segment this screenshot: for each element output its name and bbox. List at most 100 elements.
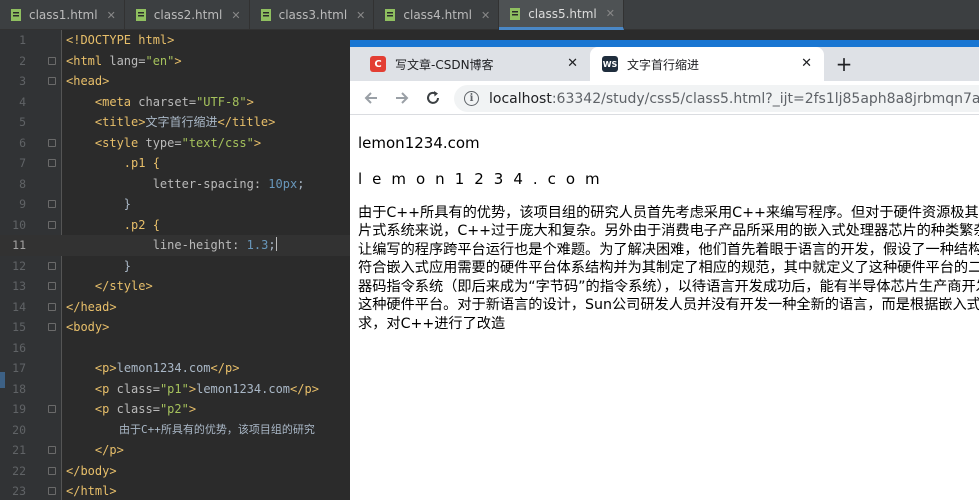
fold-icon[interactable] <box>48 405 56 413</box>
line-number: 3 <box>19 74 26 88</box>
editor-tab-label: class4.html <box>403 8 472 22</box>
attribute-value: "p2" <box>159 402 189 416</box>
close-icon[interactable]: ✕ <box>801 56 812 71</box>
line-number: 13 <box>12 279 26 293</box>
css-selector: .p1 { <box>123 156 160 170</box>
title-text: 文字首行缩进 <box>145 115 218 129</box>
editor-tab-class5[interactable]: class5.html ✕ <box>499 0 624 30</box>
code-editor[interactable]: 1 <!DOCTYPE html> 2 <html lang="en"> 3 <… <box>0 30 350 500</box>
code-text: 由于C++所具有的优势，该项目组的研究 <box>66 420 315 441</box>
fold-icon[interactable] <box>48 466 56 475</box>
code-line[interactable]: 2 <html lang="en"> <box>0 51 350 72</box>
code-line[interactable]: 6 <style type="text/css"> <box>0 133 350 154</box>
editor-tab-class3[interactable]: class3.html ✕ <box>250 0 375 30</box>
code-text: } <box>66 256 131 277</box>
close-icon[interactable]: ✕ <box>567 56 578 71</box>
fold-icon[interactable] <box>48 159 56 167</box>
code-line[interactable]: 3 <head> <box>0 71 350 92</box>
code-line[interactable]: 12 } <box>0 256 350 277</box>
plain-paragraph: lemon1234.com <box>358 134 480 152</box>
editor-tab-class1[interactable]: class1.html ✕ <box>0 0 125 30</box>
html-file-icon <box>260 8 273 22</box>
code-line[interactable]: 5 <title>文字首行缩进</title> <box>0 112 350 133</box>
browser-tab-csdn[interactable]: C 写文章-CSDN博客 ✕ <box>358 47 590 81</box>
fold-icon[interactable] <box>48 56 56 65</box>
line-number: 23 <box>12 484 26 498</box>
line-number: 19 <box>12 402 26 416</box>
line-number: 5 <box>19 115 26 129</box>
line-number: 15 <box>12 320 26 334</box>
code-line[interactable]: 20 由于C++所具有的优势，该项目组的研究 <box>0 420 350 441</box>
browser-tab-current[interactable]: WS 文字首行缩进 ✕ <box>590 47 824 81</box>
code-text: <title>文字首行缩进</title> <box>66 112 275 133</box>
fold-icon[interactable] <box>48 487 56 495</box>
code-text: </body> <box>66 461 117 482</box>
close-icon[interactable]: ✕ <box>606 7 615 20</box>
close-icon[interactable]: ✕ <box>356 9 365 22</box>
code-line[interactable]: 8 letter-spacing: 10px; <box>0 174 350 195</box>
editor-tab-class2[interactable]: class2.html ✕ <box>125 0 250 30</box>
arrow-right-icon <box>396 92 409 104</box>
code-line[interactable]: 21 </p> <box>0 440 350 461</box>
fold-icon[interactable] <box>48 323 56 331</box>
code-line[interactable]: 17 <p>lemon1234.com</p> <box>0 358 350 379</box>
code-line[interactable]: 14 </head> <box>0 297 350 318</box>
css-property: letter-spacing: <box>152 176 269 191</box>
code-line[interactable]: 22 </body> <box>0 461 350 482</box>
fold-icon[interactable] <box>48 282 56 290</box>
browser-toolbar: i localhost:63342/study/css5/class5.html… <box>350 81 979 115</box>
close-icon[interactable]: ✕ <box>481 9 490 22</box>
code-text: } <box>66 194 131 215</box>
info-icon[interactable]: i <box>464 91 479 106</box>
editor-tab-bar: class1.html ✕ class2.html ✕ class3.html … <box>0 0 979 30</box>
address-bar[interactable]: i localhost:63342/study/css5/class5.html… <box>454 85 979 112</box>
attribute-name: class= <box>116 402 160 416</box>
fold-icon[interactable] <box>48 446 56 454</box>
code-text: line-height: 1.3; <box>66 235 277 256</box>
code-line[interactable]: 9 } <box>0 194 350 215</box>
fold-icon[interactable] <box>48 261 56 270</box>
code-line[interactable]: 23 </html> <box>0 481 350 500</box>
line-number: 16 <box>12 340 26 355</box>
line-number: 21 <box>12 443 26 457</box>
line-height-paragraph: 由于C++所具有的优势，该项目组的研究人员首先考虑采用C++来编写程序。但对于硬… <box>358 205 979 332</box>
fold-icon[interactable] <box>48 77 56 85</box>
code-line[interactable]: 4 <meta charset="UTF-8"> <box>0 92 350 113</box>
reload-icon <box>427 91 439 104</box>
fold-icon[interactable] <box>48 200 56 208</box>
close-icon[interactable]: ✕ <box>231 9 240 22</box>
code-line[interactable]: 7 .p1 { <box>0 153 350 174</box>
attribute-name: charset= <box>138 94 197 109</box>
code-line[interactable]: 19 <p class="p2"> <box>0 399 350 420</box>
new-tab-button[interactable]: + <box>833 53 855 75</box>
fold-icon[interactable] <box>48 220 56 229</box>
html-tag: > <box>188 381 197 396</box>
html-tag: > <box>246 94 254 109</box>
paragraph-text: lemon1234.com <box>196 381 291 396</box>
editor-tab-label: class2.html <box>153 8 223 22</box>
editor-tab-label: class5.html <box>528 6 597 21</box>
code-text: </head> <box>66 297 117 318</box>
reload-button[interactable] <box>423 88 443 108</box>
fold-icon[interactable] <box>48 138 56 147</box>
code-line[interactable]: 16 <box>0 338 350 359</box>
csdn-favicon-icon: C <box>370 56 386 72</box>
close-icon[interactable]: ✕ <box>107 9 116 22</box>
code-text: <body> <box>66 317 109 338</box>
line-number: 4 <box>19 94 26 109</box>
code-line[interactable]: 13 </style> <box>0 276 350 297</box>
code-line[interactable]: 10 .p2 { <box>0 215 350 236</box>
html-tag: <body> <box>66 320 110 334</box>
code-line[interactable]: 18 <p class="p1">lemon1234.com</p> <box>0 379 350 400</box>
line-number: 7 <box>19 156 26 170</box>
fold-icon[interactable] <box>48 302 56 311</box>
back-button[interactable] <box>361 88 381 108</box>
attribute-value: "p1" <box>159 381 189 396</box>
forward-button[interactable] <box>392 88 412 108</box>
editor-tab-class4[interactable]: class4.html ✕ <box>374 0 500 30</box>
code-line-current[interactable]: 11 line-height: 1.3; <box>0 235 350 256</box>
code-line[interactable]: 1 <!DOCTYPE html> <box>0 30 350 51</box>
html-tag: </head> <box>66 299 117 314</box>
html-tag: <html <box>66 53 110 68</box>
code-line[interactable]: 15 <body> <box>0 317 350 338</box>
